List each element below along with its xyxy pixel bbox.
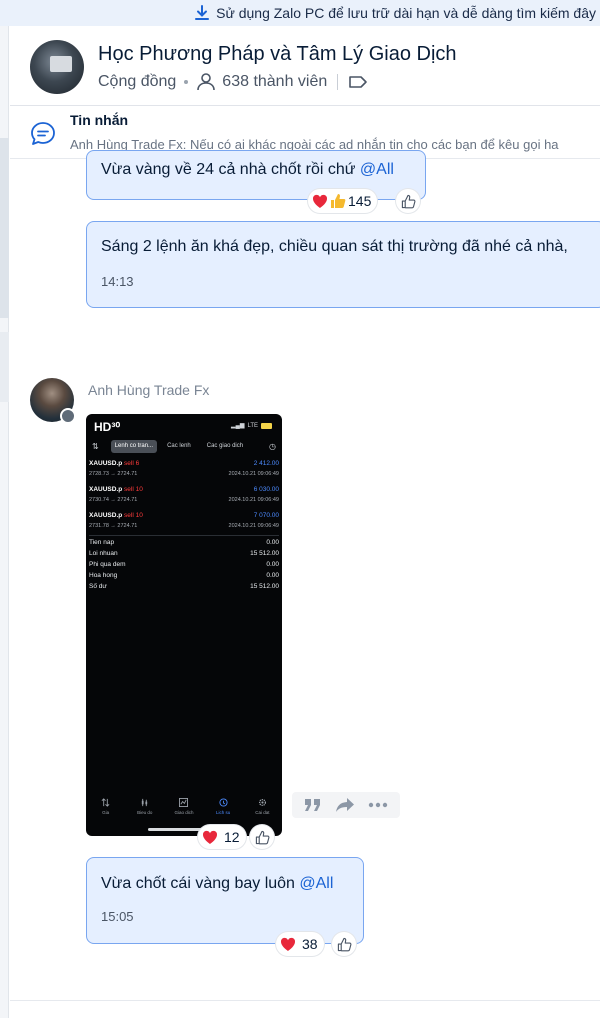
sort-icon: ⇅ (92, 441, 99, 451)
member-icon[interactable] (196, 73, 216, 91)
more-icon[interactable] (368, 802, 388, 808)
like-button[interactable] (332, 932, 356, 956)
forward-icon[interactable] (335, 797, 355, 813)
chat-area: Vừa vàng về 24 cả nhà chốt rồi chứ @All … (10, 150, 600, 1000)
message-icon (31, 122, 55, 145)
phone-divider (89, 535, 279, 536)
download-icon (195, 5, 210, 20)
clock-icon: ◷ (269, 441, 276, 451)
scrollbar-track-segment (0, 332, 9, 402)
scrollbar-thumb[interactable] (0, 138, 9, 318)
message-text: Sáng 2 lệnh ăn khá đẹp, chiều quan sát t… (101, 238, 568, 255)
message-text: Vừa chốt cái vàng bay luôn @All (101, 875, 334, 892)
mention-all[interactable]: @All (360, 161, 394, 178)
heart-icon (202, 830, 218, 844)
heart-icon (280, 937, 296, 951)
meta-divider (337, 74, 339, 90)
phone-nav-item: Lich su (205, 798, 241, 826)
phone-nav-item: Cai dat (244, 798, 280, 826)
conversation-header: Học Phương Pháp và Tâm Lý Giao Dịch Cộng… (10, 26, 600, 106)
message-actions (292, 792, 400, 818)
history-icon (219, 798, 228, 807)
phone-summary-row: Hoa hong 0.00 (89, 572, 279, 579)
thumbs-up-icon (331, 194, 346, 208)
image-message[interactable]: HD³⁰ ▂▄▆ LTE ⇅ Lenh co tran... Cac lenh … (86, 414, 282, 836)
phone-order-row: XAUUSD.p sell 10 2730.74 → 2724.71 6 030… (89, 486, 279, 503)
reaction-count: 145 (348, 193, 372, 209)
candles-icon (142, 798, 148, 807)
pinned-label: Tin nhắn (70, 112, 129, 128)
reaction-count: 12 (224, 829, 240, 845)
download-banner[interactable]: Sử dụng Zalo PC để lưu trữ dài hạn và dễ… (0, 0, 600, 26)
heart-icon (312, 194, 328, 208)
left-scroll-rail (0, 26, 9, 1018)
group-title[interactable]: Học Phương Pháp và Tâm Lý Giao Dịch (98, 43, 457, 66)
phone-bottom-nav: Gia Bieu do Giao dich Lich su Cai dat (86, 798, 282, 826)
phone-nav-item: Bieu do (127, 798, 163, 826)
reaction-count: 38 (302, 936, 318, 952)
tag-icon[interactable] (348, 75, 368, 89)
settings-icon (258, 798, 266, 807)
quote-icon[interactable] (304, 798, 322, 812)
phone-summary-row: Phi qua dem 0.00 (89, 561, 279, 568)
phone-nav-item: Giao dich (166, 798, 202, 826)
message-time: 14:13 (101, 274, 134, 289)
phone-tab: Lenh co tran... (110, 439, 158, 453)
group-avatar[interactable] (30, 40, 84, 94)
message-text: Vừa vàng về 24 cả nhà chốt rồi chứ @All (101, 161, 394, 178)
reaction-summary[interactable]: 38 (276, 932, 324, 956)
mention-all[interactable]: @All (299, 875, 333, 892)
phone-status-time: HD³⁰ (94, 420, 121, 434)
like-button[interactable] (250, 825, 274, 849)
phone-tabs: ⇅ Lenh co tran... Cac lenh Cac giao dich… (92, 439, 276, 453)
download-banner-text[interactable]: Sử dụng Zalo PC để lưu trữ dài hạn và dễ… (216, 5, 596, 21)
group-type: Cộng đồng (98, 73, 177, 90)
reaction-summary[interactable]: 145 (308, 189, 378, 213)
thumbs-up-outline-icon (337, 937, 351, 951)
key-badge-icon (60, 408, 76, 424)
phone-status-right: ▂▄▆ LTE (231, 422, 272, 429)
reaction-summary[interactable]: 12 (198, 825, 246, 849)
phone-summary-row: Loi nhuan 15 512.00 (89, 550, 279, 557)
thumbs-up-outline-icon (255, 830, 269, 844)
meta-separator-dot (184, 80, 189, 84)
arrows-icon (101, 798, 110, 807)
chat-footer (10, 1000, 600, 1018)
message-bubble[interactable]: Sáng 2 lệnh ăn khá đẹp, chiều quan sát t… (86, 221, 600, 308)
phone-order-row: XAUUSD.p sell 6 2728.73 → 2724.71 2 412.… (89, 460, 279, 477)
sender-name[interactable]: Anh Hùng Trade Fx (88, 382, 209, 398)
phone-tab: Cac giao dich (206, 442, 244, 449)
phone-summary-row: Tien nap 0.00 (89, 539, 279, 546)
phone-tab: Cac lenh (167, 442, 191, 449)
thumbs-up-outline-icon (401, 194, 415, 208)
signal-icon: ▂▄▆ (230, 423, 245, 429)
message-bubble[interactable]: Vừa chốt cái vàng bay luôn @All 15:05 (86, 857, 364, 944)
battery-icon (261, 422, 272, 429)
phone-summary-row: Số dư 15 512.00 (89, 583, 279, 590)
message-bubble[interactable]: Vừa vàng về 24 cả nhà chốt rồi chứ @All (86, 150, 426, 200)
group-meta: Cộng đồng 638 thành viên (98, 73, 368, 91)
sender-avatar[interactable] (30, 378, 76, 424)
phone-nav-item: Gia (88, 798, 124, 826)
like-button[interactable] (396, 189, 420, 213)
chart-icon (179, 798, 189, 807)
member-count[interactable]: 638 thành viên (222, 73, 327, 91)
phone-order-row: XAUUSD.p sell 10 2731.78 → 2724.71 7 070… (89, 512, 279, 529)
message-time: 15:05 (101, 909, 134, 924)
